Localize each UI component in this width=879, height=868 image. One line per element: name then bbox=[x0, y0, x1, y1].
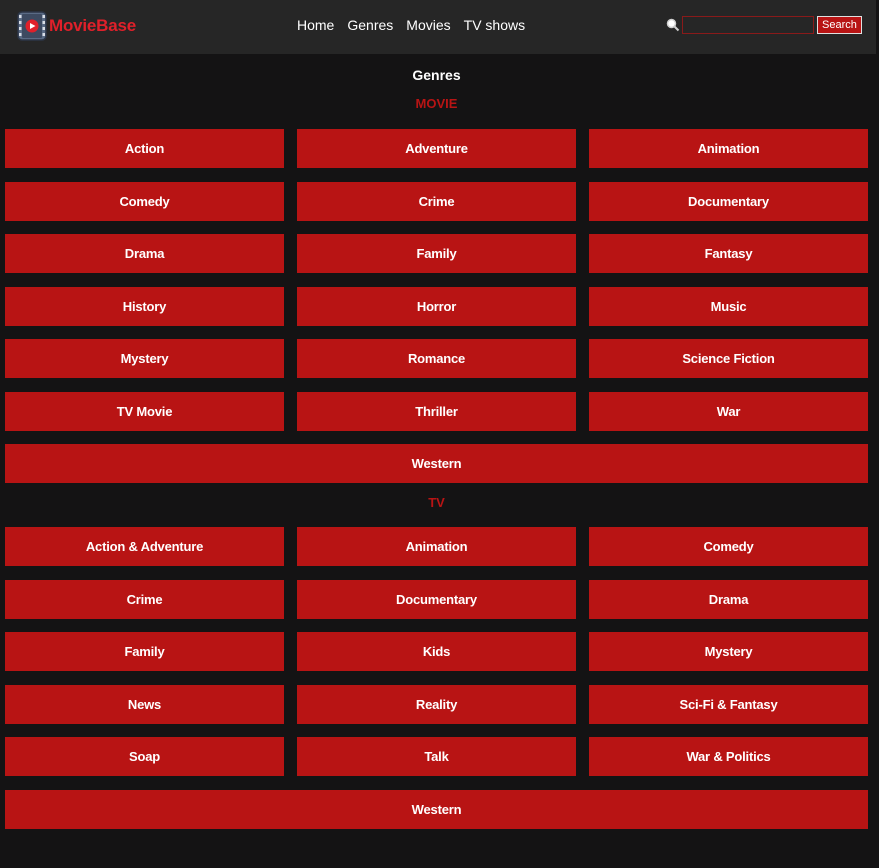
movie-genre-button[interactable]: Crime bbox=[297, 181, 576, 221]
movie-genre-button[interactable]: Animation bbox=[589, 129, 868, 168]
tv-genre-button[interactable]: Crime bbox=[5, 579, 284, 619]
tv-genre-button[interactable]: Animation bbox=[297, 527, 576, 566]
search-input[interactable] bbox=[682, 16, 814, 34]
tv-genre-button[interactable]: War & Politics bbox=[589, 737, 868, 776]
tv-section-title: TV bbox=[428, 495, 445, 510]
movie-genre-button[interactable]: Western bbox=[5, 444, 868, 483]
movie-genre-button[interactable]: Comedy bbox=[5, 181, 284, 221]
nav-home[interactable]: Home bbox=[297, 17, 334, 33]
tv-genre-button[interactable]: Documentary bbox=[297, 579, 576, 619]
tv-genre-button[interactable]: Reality bbox=[297, 684, 576, 724]
tv-genre-button[interactable]: Drama bbox=[589, 579, 868, 619]
tv-genre-grid: Action & Adventure Animation Comedy Crim… bbox=[5, 527, 868, 829]
movie-genre-button[interactable]: War bbox=[589, 391, 868, 431]
movie-genre-button[interactable]: TV Movie bbox=[5, 391, 284, 431]
tv-genre-button[interactable]: Action & Adventure bbox=[5, 527, 284, 566]
tv-genre-button[interactable]: News bbox=[5, 684, 284, 724]
brand-name: MovieBase bbox=[49, 16, 137, 35]
tv-genre-button[interactable]: Soap bbox=[5, 737, 284, 776]
movie-genre-button[interactable]: Thriller bbox=[297, 391, 576, 431]
tv-genre-button[interactable]: Comedy bbox=[589, 527, 868, 566]
movie-genre-button[interactable]: History bbox=[5, 286, 284, 326]
movie-genre-button[interactable]: Family bbox=[297, 234, 576, 273]
movie-genre-button[interactable]: Documentary bbox=[589, 181, 868, 221]
brand-logo[interactable]: MovieBase bbox=[17, 11, 136, 41]
movie-section-title: MOVIE bbox=[415, 96, 458, 111]
movie-genre-grid: Action Adventure Animation Comedy Crime … bbox=[5, 129, 868, 483]
movie-genre-button[interactable]: Music bbox=[589, 286, 868, 326]
site-header: MovieBase Home Genres Movies TV shows Se… bbox=[0, 0, 876, 54]
film-reel-play-icon bbox=[17, 11, 47, 41]
movie-genre-button[interactable]: Romance bbox=[297, 339, 576, 378]
tv-genre-button[interactable]: Sci-Fi & Fantasy bbox=[589, 684, 868, 724]
nav-movies[interactable]: Movies bbox=[406, 17, 450, 33]
main-nav: Home Genres Movies TV shows bbox=[297, 17, 538, 33]
tv-genre-button[interactable]: Mystery bbox=[589, 632, 868, 671]
tv-genre-button[interactable]: Talk bbox=[297, 737, 576, 776]
movie-genre-button[interactable]: Fantasy bbox=[589, 234, 868, 273]
movie-genre-button[interactable]: Drama bbox=[5, 234, 284, 273]
search-button[interactable]: Search bbox=[817, 16, 862, 34]
nav-tv-shows[interactable]: TV shows bbox=[464, 17, 525, 33]
nav-genres[interactable]: Genres bbox=[347, 17, 393, 33]
search-bar: Search bbox=[666, 16, 862, 34]
tv-genre-button[interactable]: Western bbox=[5, 789, 868, 829]
tv-genre-button[interactable]: Kids bbox=[297, 632, 576, 671]
movie-genre-button[interactable]: Adventure bbox=[297, 129, 576, 168]
page-title: Genres bbox=[412, 67, 461, 83]
movie-genre-button[interactable]: Mystery bbox=[5, 339, 284, 378]
tv-genre-button[interactable]: Family bbox=[5, 632, 284, 671]
movie-genre-button[interactable]: Science Fiction bbox=[589, 339, 868, 378]
movie-genre-button[interactable]: Horror bbox=[297, 286, 576, 326]
magnifier-icon bbox=[666, 18, 680, 32]
movie-genre-button[interactable]: Action bbox=[5, 129, 284, 168]
